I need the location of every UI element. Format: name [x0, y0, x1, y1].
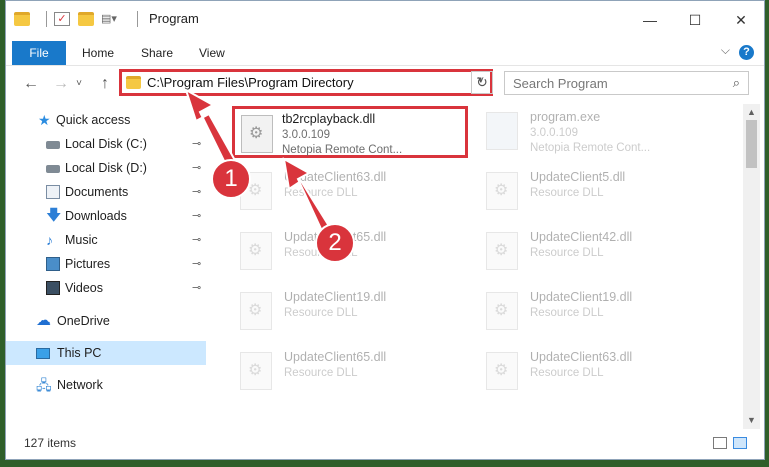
- annotation-badge-2: 2: [315, 223, 355, 263]
- arrow-2: [282, 157, 331, 233]
- explorer-window: ✓ ▤▾ Program — ☐ ✕ File Home Share View …: [5, 0, 765, 460]
- annotation-arrows: [184, 87, 331, 233]
- arrow-1: [184, 87, 239, 171]
- annotation-badge-1: 1: [211, 159, 251, 199]
